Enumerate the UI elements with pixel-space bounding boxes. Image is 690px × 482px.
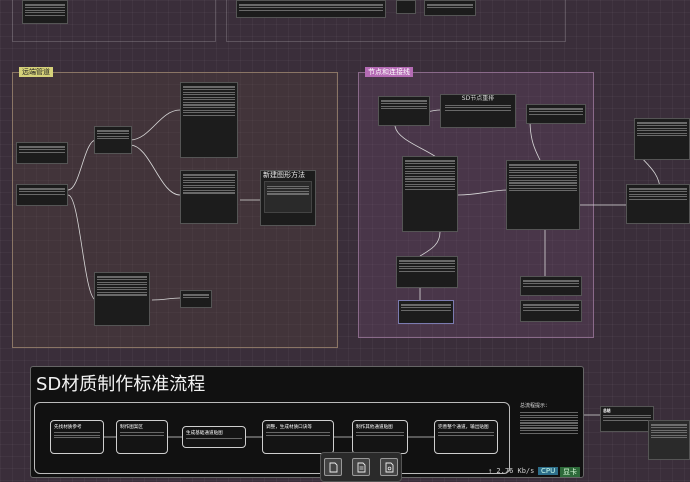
flow-side-note: 总流程提示： <box>520 402 578 435</box>
cpu-badge: CPU <box>538 467 559 475</box>
minimap[interactable] <box>648 420 690 460</box>
side-note-title: 总流程提示： <box>520 403 551 409</box>
document-icon[interactable] <box>352 458 370 476</box>
flow-arrows <box>104 436 434 438</box>
node-summary[interactable]: 总结 <box>600 406 654 432</box>
image-file-icon[interactable] <box>380 458 398 476</box>
bottom-toolbar <box>320 452 402 482</box>
network-speed: ↑ 2.76 Kb/s <box>488 467 535 475</box>
file-icon[interactable] <box>324 458 342 476</box>
